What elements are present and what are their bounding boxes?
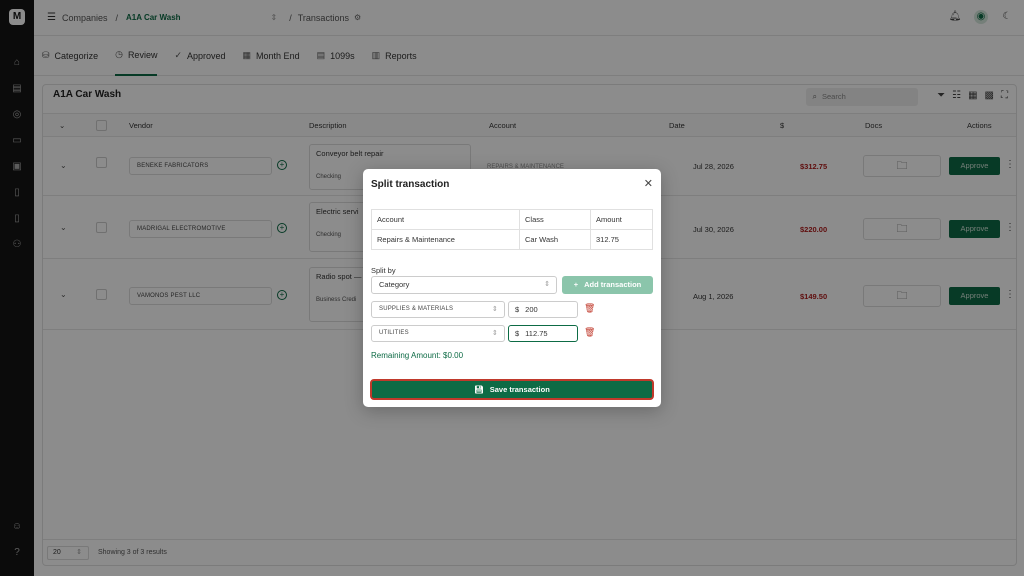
chevron-updown-icon: ⇕	[544, 281, 550, 288]
table-header-cell: Account	[371, 209, 520, 230]
split-amount-value: 112.75	[525, 329, 548, 338]
split-by-label: Split by	[371, 266, 396, 275]
save-transaction-button[interactable]: 💾︎ Save transaction	[370, 379, 654, 400]
trash-icon[interactable]: 🗑︎	[584, 303, 595, 314]
remaining-amount: Remaining Amount: $0.00	[371, 351, 464, 360]
split-row: SUPPLIES & MATERIALS ⇕ $200 🗑︎	[371, 301, 653, 319]
chevron-updown-icon: ⇕	[491, 306, 498, 313]
close-icon[interactable]: ✕	[644, 177, 653, 190]
split-amount-input[interactable]: $112.75	[508, 325, 578, 342]
split-by-value: Category	[379, 280, 410, 289]
table-cell: Repairs & Maintenance	[371, 229, 520, 250]
add-transaction-button[interactable]: + Add transaction	[562, 276, 653, 294]
split-row: UTILITIES ⇕ $112.75 🗑︎	[371, 325, 653, 343]
split-category-select[interactable]: SUPPLIES & MATERIALS ⇕	[371, 301, 505, 318]
plus-icon: +	[573, 280, 579, 289]
save-transaction-label: Save transaction	[489, 385, 550, 394]
original-transaction-table: Account Class Amount Repairs & Maintenan…	[371, 209, 653, 250]
dialog-title: Split transaction	[371, 179, 450, 190]
split-category-value: SUPPLIES & MATERIALS	[379, 306, 454, 312]
currency-symbol: $	[515, 305, 520, 314]
table-cell: 312.75	[590, 229, 653, 250]
split-amount-value: 200	[525, 305, 538, 314]
trash-icon[interactable]: 🗑︎	[584, 327, 595, 338]
split-category-value: UTILITIES	[379, 330, 409, 336]
table-cell: Car Wash	[519, 229, 591, 250]
save-icon: 💾︎	[474, 385, 484, 394]
split-transaction-dialog: Split transaction ✕ Account Class Amount…	[363, 169, 661, 407]
add-transaction-label: Add transaction	[584, 280, 642, 289]
split-category-select[interactable]: UTILITIES ⇕	[371, 325, 505, 342]
currency-symbol: $	[515, 329, 520, 338]
table-header-cell: Amount	[590, 209, 653, 230]
split-by-select[interactable]: Category ⇕	[371, 276, 557, 294]
split-amount-input[interactable]: $200	[508, 301, 578, 318]
chevron-updown-icon: ⇕	[491, 330, 498, 337]
table-header-cell: Class	[519, 209, 591, 230]
